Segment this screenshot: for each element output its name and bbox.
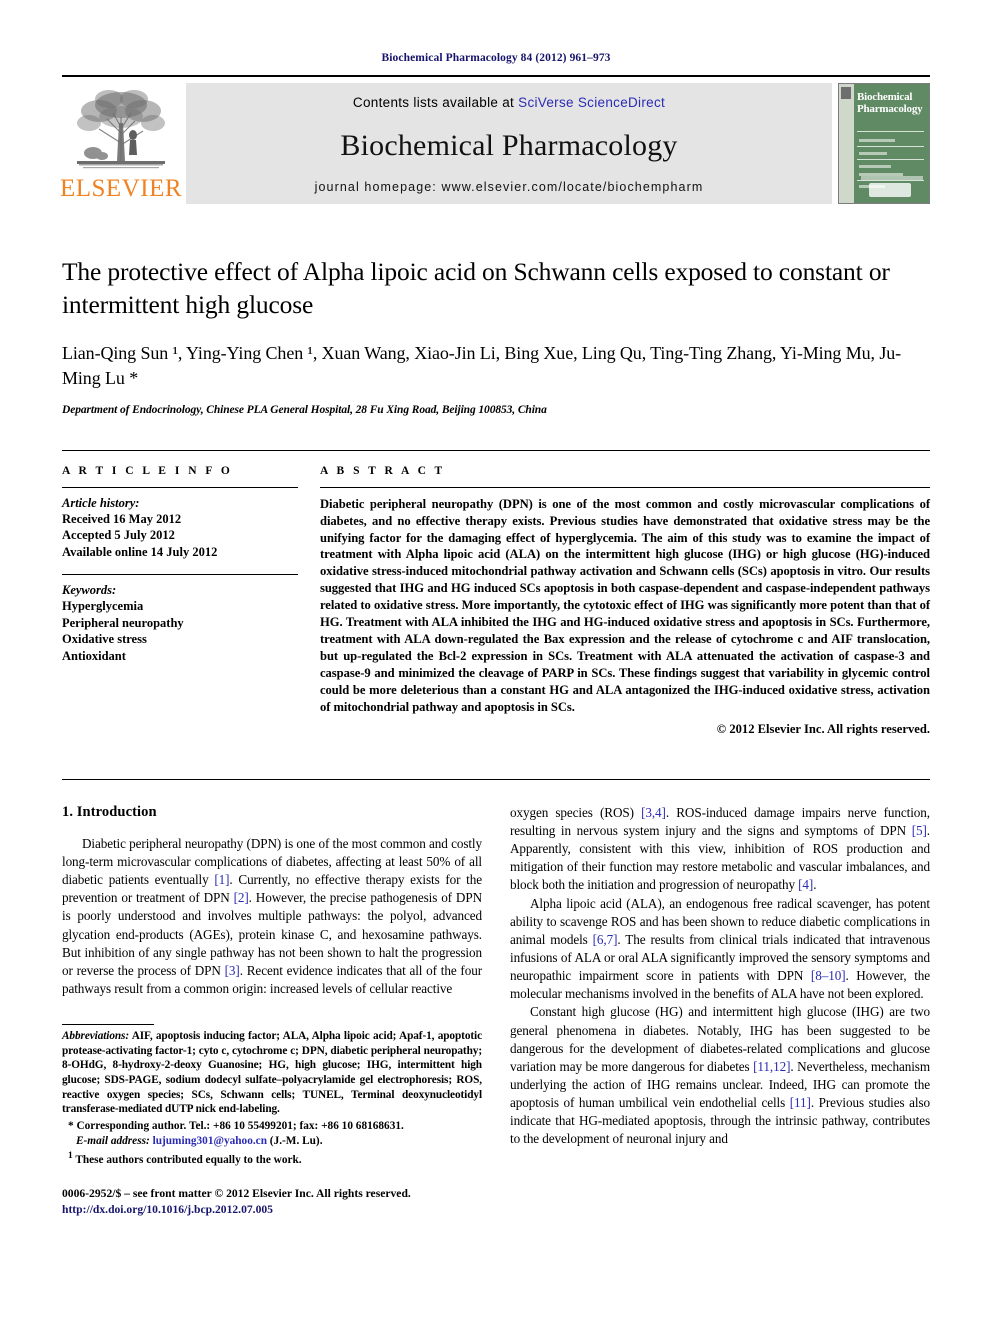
- keywords-label: Keywords:: [62, 583, 117, 598]
- citation-ref[interactable]: [4]: [798, 877, 813, 892]
- citation-ref[interactable]: [5]: [912, 823, 927, 838]
- citation-ref[interactable]: [8–10]: [811, 968, 846, 983]
- keyword-item: Peripheral neuropathy: [62, 615, 184, 630]
- email-address-label: E-mail address:: [76, 1134, 150, 1147]
- cover-elsevier-mark: [841, 87, 851, 99]
- article-body: 1. Introduction Diabetic peripheral neur…: [62, 778, 930, 1217]
- article-info-column: A R T I C L E I N F O Article history: R…: [62, 465, 298, 737]
- cover-caption-line: [861, 176, 923, 180]
- footnotes-block: Abbreviations: AIF, apoptosis inducing f…: [62, 1020, 482, 1217]
- intro-r1-a: oxygen species (ROS): [510, 804, 642, 820]
- journal-cover-thumbnail: Biochemical Pharmacology: [838, 83, 930, 204]
- citation-ref[interactable]: [3,4]: [641, 805, 666, 820]
- abbreviations-text: AIF, apoptosis inducing factor; ALA, Alp…: [62, 1030, 482, 1116]
- citation-ref[interactable]: [3]: [225, 963, 240, 978]
- journal-masthead: ELSEVIER Contents lists available at Sci…: [59, 75, 930, 211]
- email-address-suffix: (J.-M. Lu).: [266, 1134, 323, 1147]
- section-heading-introduction: 1. Introduction: [62, 803, 157, 820]
- cover-rule-1: [857, 131, 924, 132]
- citation-ref[interactable]: [6,7]: [593, 932, 618, 947]
- abstract-divider: [320, 486, 930, 488]
- equal-contribution-text: These authors contributed equally to the…: [75, 1154, 302, 1167]
- journal-article-page: Biochemical Pharmacology 84 (2012) 961–9…: [0, 0, 992, 1323]
- keyword-item: Hyperglycemia: [62, 599, 144, 614]
- abbreviations-footnote: Abbreviations: AIF, apoptosis inducing f…: [62, 1029, 482, 1117]
- cover-sciencedirect-logo: [869, 183, 911, 197]
- cover-text-line-3: [859, 165, 891, 168]
- article-info-heading: A R T I C L E I N F O: [62, 464, 233, 477]
- abstract-heading: A B S T R A C T: [320, 464, 446, 477]
- article-history-online: Available online 14 July 2012: [62, 544, 218, 559]
- equal-contribution-marker: 1: [68, 1151, 73, 1162]
- elsevier-wordmark: ELSEVIER: [59, 175, 183, 202]
- journal-banner: Contents lists available at SciVerse Sci…: [186, 83, 832, 204]
- cover-rule-2: [857, 146, 924, 147]
- page-title: The protective effect of Alpha lipoic ac…: [62, 257, 890, 320]
- corresponding-author-text: Corresponding author. Tel.: +86 10 55499…: [76, 1120, 404, 1133]
- sciencedirect-link[interactable]: SciVerse ScienceDirect: [518, 95, 665, 110]
- elsevier-logo: ELSEVIER: [59, 83, 183, 202]
- elsevier-tree-icon: [77, 90, 165, 169]
- body-right-column: oxygen species (ROS) [3,4]. ROS-induced …: [510, 804, 930, 1217]
- corresponding-author-footnote: * Corresponding author. Tel.: +86 10 554…: [62, 1119, 482, 1148]
- contents-lists-prefix: Contents lists available at: [352, 95, 519, 110]
- keyword-item: Antioxidant: [62, 648, 126, 663]
- abstract-copyright: © 2012 Elsevier Inc. All rights reserved…: [716, 721, 930, 736]
- cover-rule-4: [857, 180, 924, 181]
- author-list: Lian-Qing Sun ¹, Ying-Ying Chen ¹, Xuan …: [62, 343, 902, 389]
- intro-paragraph-1: Diabetic peripheral neuropathy (DPN) is …: [62, 835, 482, 998]
- contents-lists-line: Contents lists available at SciVerse Sci…: [353, 95, 665, 110]
- abstract-body: Diabetic peripheral neuropathy (DPN) is …: [320, 496, 930, 714]
- cover-title-line-2: Pharmacology: [857, 102, 923, 115]
- keyword-item: Oxidative stress: [62, 632, 147, 647]
- cover-rule-3: [857, 159, 924, 160]
- equal-contribution-footnote: 1 These authors contributed equally to t…: [62, 1150, 482, 1167]
- affiliation: Department of Endocrinology, Chinese PLA…: [62, 403, 547, 416]
- abstract-column: A B S T R A C T Diabetic peripheral neur…: [320, 465, 930, 737]
- cover-left-strip: [839, 84, 854, 203]
- corresponding-author-marker: *: [68, 1120, 74, 1133]
- article-history-label: Article history:: [62, 495, 140, 510]
- intro-paragraph-1-continued: oxygen species (ROS) [3,4]. ROS-induced …: [510, 804, 930, 895]
- email-address-link[interactable]: lujuming301@yahoo.cn: [153, 1135, 267, 1147]
- intro-paragraph-2: Alpha lipoic acid (ALA), an endogenous f…: [510, 895, 930, 1004]
- article-info-abstract-region: A R T I C L E I N F O Article history: R…: [62, 449, 930, 737]
- citation-ref[interactable]: [1]: [214, 872, 229, 887]
- citation-ref[interactable]: [11]: [790, 1095, 811, 1110]
- issn-line: 0006-2952/$ – see front matter © 2012 El…: [62, 1186, 411, 1200]
- article-info-divider: [62, 486, 298, 488]
- imprint-block: 0006-2952/$ – see front matter © 2012 El…: [62, 1186, 482, 1217]
- title-block: The protective effect of Alpha lipoic ac…: [62, 255, 930, 416]
- cover-journal-title: Biochemical Pharmacology: [857, 91, 926, 116]
- journal-title: Biochemical Pharmacology: [340, 129, 678, 162]
- running-head: Biochemical Pharmacology 84 (2012) 961–9…: [381, 52, 611, 64]
- cover-text-line-1: [859, 139, 895, 142]
- keywords-divider: [62, 574, 298, 576]
- citation-ref[interactable]: [11,12]: [753, 1059, 790, 1074]
- article-history-accepted: Accepted 5 July 2012: [62, 528, 175, 543]
- cover-text-line-2: [859, 152, 887, 155]
- journal-homepage-link[interactable]: journal homepage: www.elsevier.com/locat…: [315, 180, 704, 194]
- body-left-column: 1. Introduction Diabetic peripheral neur…: [62, 804, 482, 1217]
- doi-link[interactable]: http://dx.doi.org/10.1016/j.bcp.2012.07.…: [62, 1202, 482, 1218]
- citation-ref[interactable]: [2]: [234, 890, 249, 905]
- intro-r1-d: .: [813, 877, 817, 893]
- intro-paragraph-3: Constant high glucose (HG) and intermitt…: [510, 1003, 930, 1148]
- article-history-received: Received 16 May 2012: [62, 511, 182, 526]
- abbreviations-label: Abbreviations:: [62, 1030, 130, 1043]
- footnote-rule: [62, 1024, 154, 1026]
